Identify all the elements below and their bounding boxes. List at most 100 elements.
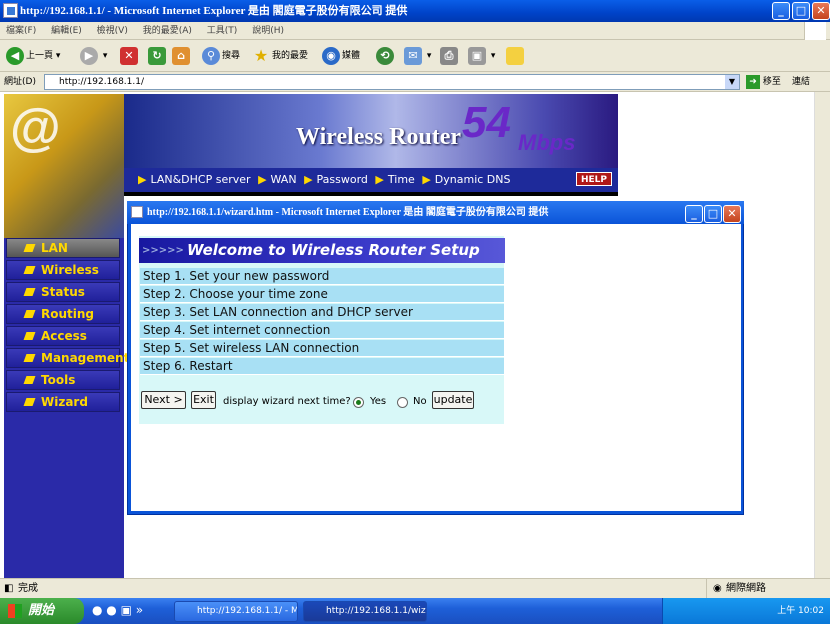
taskbar-item-wizard[interactable]: http://192.168.1.1/wiz... bbox=[303, 601, 427, 622]
address-label: 網址(D) bbox=[4, 77, 36, 87]
go-button[interactable]: ➜ 移至 bbox=[746, 72, 781, 92]
star-icon: ★ bbox=[253, 45, 269, 65]
sidebar-item-status[interactable]: Status bbox=[6, 282, 120, 302]
taskbar-item-browser[interactable]: http://192.168.1.1/ - M... bbox=[174, 601, 298, 622]
window-title: http://192.168.1.1/ - Microsoft Internet… bbox=[20, 5, 408, 17]
nav-dynamic-dns[interactable]: Dynamic DNS bbox=[435, 173, 511, 186]
back-button[interactable]: ◀ 上一頁 ▾ bbox=[6, 46, 60, 66]
arrow-icon: ▶ bbox=[258, 173, 267, 186]
printer-icon: ⎙ bbox=[440, 46, 458, 65]
search-button[interactable]: ⚲ 搜尋 bbox=[202, 46, 240, 66]
radio-no[interactable] bbox=[397, 397, 408, 408]
sidebar-item-tools[interactable]: Tools bbox=[6, 370, 120, 390]
menu-view[interactable]: 檢視(V) bbox=[97, 26, 128, 36]
refresh-icon: ↻ bbox=[148, 46, 166, 65]
history-button[interactable]: ⟲ bbox=[376, 46, 396, 66]
help-button[interactable]: HELP bbox=[576, 172, 612, 186]
mail-icon: ✉ bbox=[404, 46, 422, 65]
home-button[interactable]: ⌂ bbox=[172, 46, 192, 66]
bullet-icon bbox=[23, 244, 36, 252]
refresh-button[interactable]: ↻ bbox=[148, 46, 168, 66]
bullet-icon bbox=[23, 354, 36, 362]
bullet-icon bbox=[23, 398, 36, 406]
display-next-time-label: display wizard next time? bbox=[223, 396, 351, 407]
links-button[interactable]: 連結 bbox=[792, 72, 810, 92]
wizard-heading-arrows: >>>>> bbox=[142, 245, 184, 256]
bullet-icon bbox=[23, 376, 36, 384]
sidebar-item-lan-setting[interactable]: LAN Setting bbox=[6, 238, 120, 273]
banner-divider bbox=[124, 192, 618, 196]
bullet-icon bbox=[23, 332, 36, 340]
quicklaunch-icons[interactable]: ● ● ▣ » bbox=[92, 603, 143, 617]
arrow-icon: ▶ bbox=[304, 173, 313, 186]
menu-file[interactable]: 檔案(F) bbox=[6, 26, 36, 36]
media-button[interactable]: ◉ 媒體 bbox=[322, 46, 360, 66]
ie-icon bbox=[131, 206, 143, 218]
ie-icon bbox=[3, 3, 18, 18]
at-logo-icon: @ bbox=[10, 99, 61, 157]
banner-title: Wireless Router bbox=[296, 124, 462, 150]
nav-password[interactable]: Password bbox=[317, 173, 368, 186]
forward-button[interactable]: ▶ ▾ bbox=[80, 46, 107, 66]
internet-zone-icon: ◉ bbox=[706, 579, 722, 599]
window-title-bar[interactable]: http://192.168.1.1/ - Microsoft Internet… bbox=[0, 0, 830, 22]
media-icon: ◉ bbox=[322, 46, 340, 65]
menu-help[interactable]: 說明(H) bbox=[252, 26, 284, 36]
sidebar-item-wireless[interactable]: Wireless bbox=[6, 260, 120, 280]
toolbar: ◀ 上一頁 ▾ ▶ ▾ ✕ ↻ ⌂ ⚲ 搜尋 ★ 我的最愛 ◉ 媒體 ⟲ ✉ ▾ ⎙ ▣… bbox=[0, 40, 830, 72]
address-input[interactable]: http://192.168.1.1/ ▼ bbox=[44, 74, 740, 90]
mail-button[interactable]: ✉ ▾ bbox=[404, 46, 431, 66]
note-icon bbox=[506, 46, 524, 65]
wizard-close-button[interactable]: ✕ bbox=[723, 205, 741, 223]
status-text: 完成 bbox=[18, 583, 38, 594]
favorites-button[interactable]: ★ 我的最愛 bbox=[252, 46, 308, 66]
home-icon: ⌂ bbox=[172, 46, 190, 65]
wizard-step-4: Step 4. Set internet connection bbox=[140, 322, 504, 339]
dropdown-arrow-icon[interactable]: ▼ bbox=[725, 75, 739, 89]
edit-button[interactable]: ▣ ▾ bbox=[468, 46, 495, 66]
maximize-button[interactable]: □ bbox=[792, 2, 810, 20]
sidebar-item-routing[interactable]: Routing bbox=[6, 304, 120, 324]
arrow-icon: ▶ bbox=[138, 173, 147, 186]
exit-button[interactable]: Exit bbox=[191, 391, 216, 409]
wizard-minimize-button[interactable]: _ bbox=[685, 205, 703, 223]
minimize-button[interactable]: _ bbox=[772, 2, 790, 20]
sidebar-item-wizard[interactable]: Wizard bbox=[6, 392, 120, 412]
wizard-window-title-bar[interactable]: http://192.168.1.1/wizard.htm - Microsof… bbox=[127, 201, 744, 224]
wizard-window-title: http://192.168.1.1/wizard.htm - Microsof… bbox=[147, 207, 549, 218]
close-button[interactable]: ✕ bbox=[812, 2, 830, 20]
next-button[interactable]: Next > bbox=[141, 391, 186, 409]
banner-speed-number: 54 bbox=[462, 98, 511, 147]
bullet-icon bbox=[23, 266, 36, 274]
history-icon: ⟲ bbox=[376, 46, 394, 65]
zone-text: 網際網路 bbox=[726, 583, 766, 594]
wizard-maximize-button[interactable]: □ bbox=[704, 205, 722, 223]
sidebar-item-access[interactable]: Access bbox=[6, 326, 120, 346]
sidebar-item-management[interactable]: Management bbox=[6, 348, 129, 368]
back-arrow-icon: ◀ bbox=[6, 46, 24, 65]
radio-no-label: No bbox=[413, 396, 427, 407]
radio-yes[interactable] bbox=[353, 397, 364, 408]
nav-time[interactable]: Time bbox=[388, 173, 415, 186]
bullet-icon bbox=[23, 310, 36, 318]
update-button[interactable]: update bbox=[432, 391, 474, 409]
windows-logo-icon bbox=[804, 22, 826, 40]
menu-tools[interactable]: 工具(T) bbox=[207, 26, 238, 36]
clock[interactable]: 上午 10:02 bbox=[777, 606, 824, 616]
menu-bar: 檔案(F) 編輯(E) 檢視(V) 我的最愛(A) 工具(T) 說明(H) bbox=[0, 22, 830, 40]
nav-lan-dhcp[interactable]: LAN&DHCP server bbox=[150, 173, 250, 186]
edit-icon: ▣ bbox=[468, 46, 486, 65]
arrow-icon: ▶ bbox=[375, 173, 384, 186]
start-button[interactable]: 開始 bbox=[0, 598, 84, 624]
menu-edit[interactable]: 編輯(E) bbox=[51, 26, 82, 36]
stop-button[interactable]: ✕ bbox=[120, 46, 140, 66]
messenger-button[interactable] bbox=[506, 46, 526, 66]
radio-yes-label: Yes bbox=[370, 396, 387, 407]
menu-favorites[interactable]: 我的最愛(A) bbox=[143, 26, 192, 36]
windows-flag-icon bbox=[8, 604, 22, 618]
stop-icon: ✕ bbox=[120, 46, 138, 65]
nav-wan[interactable]: WAN bbox=[271, 173, 297, 186]
print-button[interactable]: ⎙ bbox=[440, 46, 460, 66]
banner-speed-unit: Mbps bbox=[518, 130, 576, 155]
page-scrollbar[interactable] bbox=[814, 92, 830, 578]
